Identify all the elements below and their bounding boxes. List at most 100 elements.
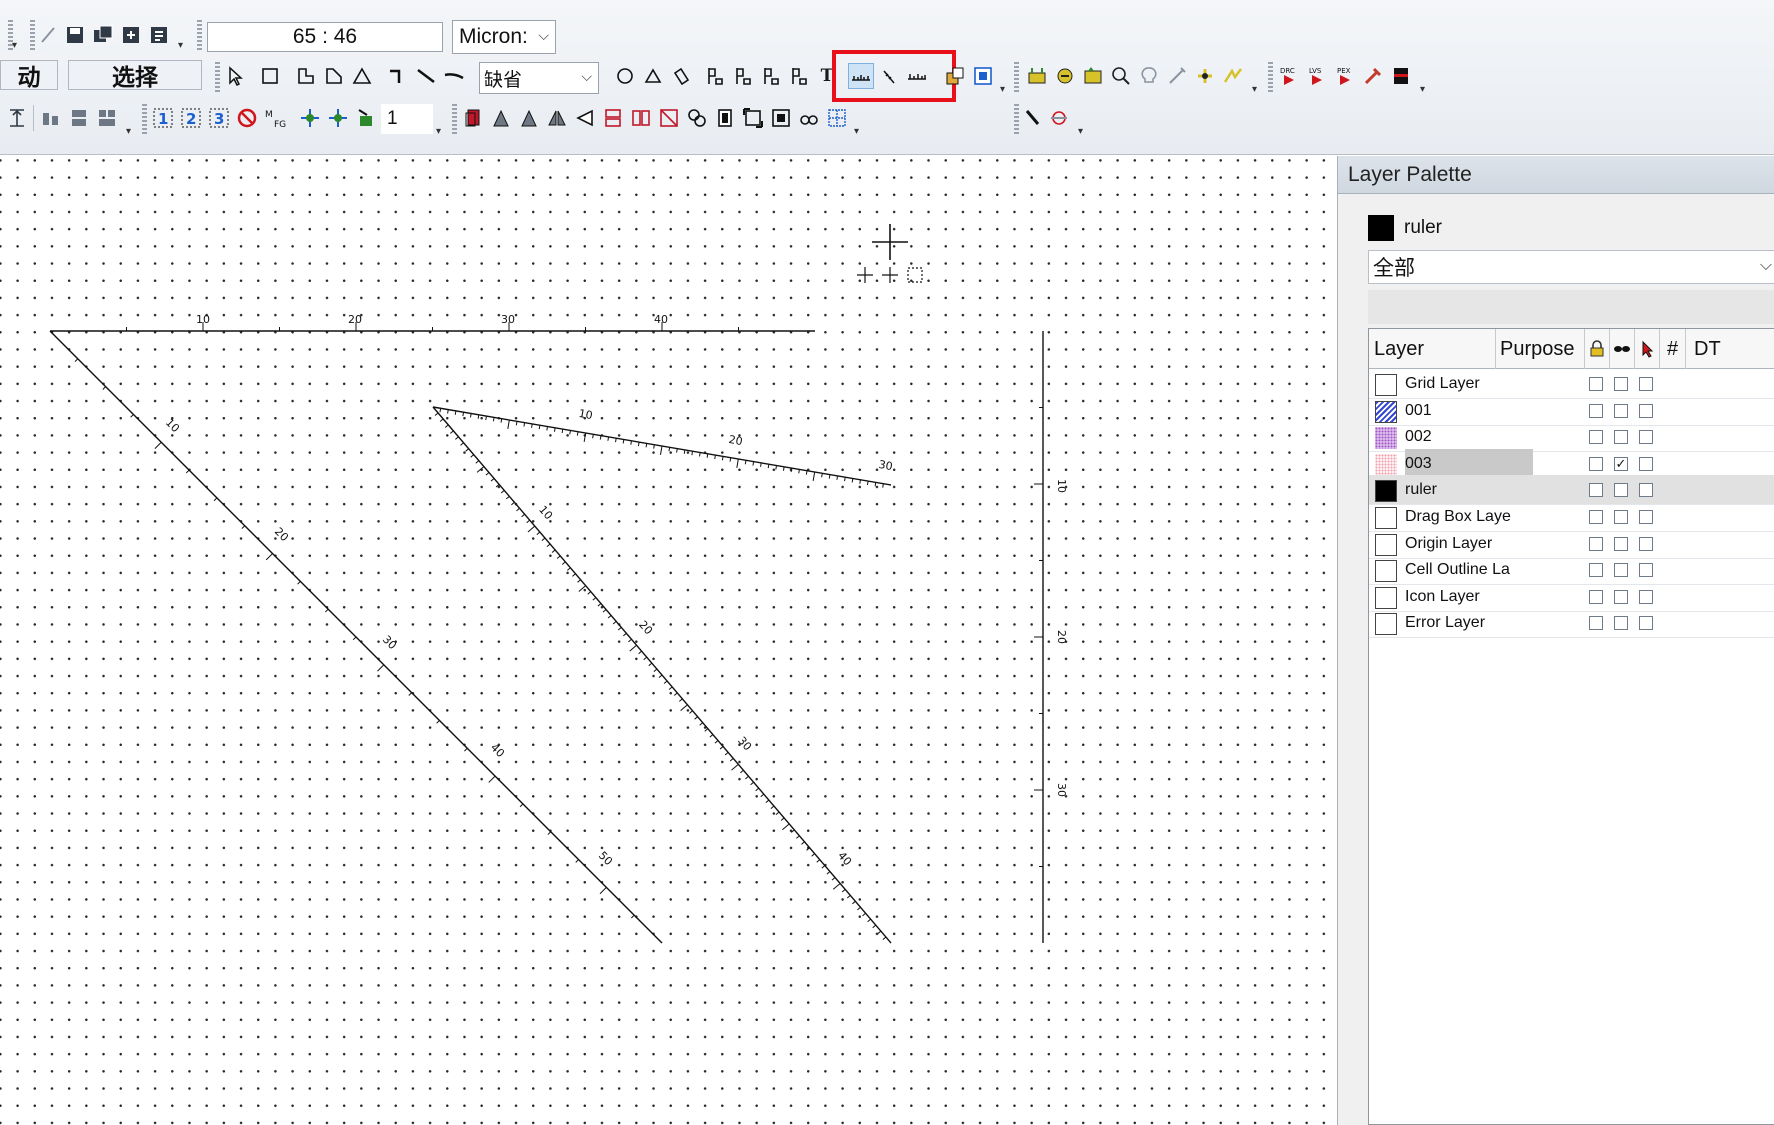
debug-icon[interactable]: [1046, 105, 1072, 131]
select-checkbox[interactable]: [1639, 483, 1653, 498]
wire-icon[interactable]: [441, 63, 467, 89]
rectangle-icon[interactable]: [257, 63, 283, 89]
toolbar-overflow-icon[interactable]: ▾: [178, 40, 183, 51]
cell-find-icon[interactable]: [1080, 63, 1106, 89]
selectable-checkbox[interactable]: [1589, 589, 1603, 604]
selectable-checkbox[interactable]: [1589, 536, 1603, 551]
layout-canvas[interactable]: 10 20 30 40 10 20 30 10 20 30 40 50 10 2…: [0, 156, 1330, 1125]
layer-row[interactable]: 001: [1369, 396, 1774, 426]
toolbar-grip[interactable]: [142, 104, 147, 134]
visible-checkbox[interactable]: [1614, 483, 1628, 498]
align-v-icon[interactable]: [628, 105, 654, 131]
copy-cell-icon[interactable]: [460, 105, 486, 131]
layer-palette-title[interactable]: Layer Palette: [1338, 156, 1774, 194]
toolbar-overflow-icon[interactable]: ▾: [436, 126, 441, 137]
select-checkbox[interactable]: [1639, 536, 1653, 551]
array-icon[interactable]: [768, 105, 794, 131]
save-icon[interactable]: [62, 22, 88, 48]
stretch-icon[interactable]: [740, 105, 766, 131]
selectable-checkbox[interactable]: [1589, 377, 1603, 391]
layer-row[interactable]: Cell Outline La: [1369, 555, 1774, 586]
toolbar-overflow-icon[interactable]: ▾: [854, 126, 859, 137]
toolbar-overflow-icon[interactable]: ▾: [1420, 84, 1425, 95]
toolbar-overflow-icon[interactable]: ▾: [1252, 84, 1257, 95]
unit-select[interactable]: Micron: ⌵: [452, 20, 556, 54]
mirror-h-icon[interactable]: [572, 105, 598, 131]
select-checkbox[interactable]: [1639, 456, 1653, 471]
probe-icon[interactable]: [1164, 63, 1190, 89]
lightbulb-icon[interactable]: [1136, 63, 1162, 89]
col-layer[interactable]: Layer: [1369, 329, 1496, 369]
visible-checkbox[interactable]: [1614, 536, 1628, 551]
col-datatype[interactable]: DT: [1686, 329, 1774, 369]
selectable-checkbox[interactable]: [1589, 456, 1603, 471]
toolbar-grip[interactable]: [215, 62, 220, 92]
toolbar-grip[interactable]: [452, 104, 457, 134]
polygon-icon[interactable]: [293, 63, 319, 89]
layer-row[interactable]: Icon Layer: [1369, 582, 1774, 612]
donut-icon[interactable]: [668, 63, 694, 89]
snap-grid-icon[interactable]: [297, 105, 323, 131]
layer-row[interactable]: Grid Layer: [1369, 369, 1774, 399]
col-visible[interactable]: [1610, 329, 1635, 369]
select-checkbox[interactable]: [1639, 563, 1653, 578]
visible-checkbox[interactable]: [1614, 430, 1628, 445]
layer-filter-select[interactable]: 全部 ⌵: [1368, 250, 1774, 284]
toolbar-overflow-icon[interactable]: ▾: [126, 126, 131, 137]
layer-swatch[interactable]: [1375, 586, 1397, 609]
layer-copy-icon[interactable]: [942, 63, 968, 89]
net-icon[interactable]: [1192, 63, 1218, 89]
select-checkbox[interactable]: [1639, 589, 1653, 604]
layer-swatch[interactable]: [1375, 400, 1397, 423]
path-icon[interactable]: [385, 63, 411, 89]
mirror-icon[interactable]: [544, 105, 570, 131]
col-selectable[interactable]: [1585, 329, 1610, 369]
arc-icon[interactable]: [640, 63, 666, 89]
stack-icon[interactable]: [66, 105, 92, 131]
mode-label-left[interactable]: 动: [0, 60, 58, 91]
select-checkbox[interactable]: [1639, 377, 1653, 391]
step-2-icon[interactable]: 2: [178, 105, 204, 131]
step-1-icon[interactable]: 1: [150, 105, 176, 131]
grid-snap-icon[interactable]: [824, 105, 850, 131]
save-all-icon[interactable]: [90, 22, 116, 48]
select-checkbox[interactable]: [1639, 510, 1653, 524]
visible-checkbox[interactable]: [1614, 377, 1628, 391]
pointer-icon[interactable]: [222, 63, 248, 89]
link-icon[interactable]: [796, 105, 822, 131]
layer-row[interactable]: ruler: [1369, 475, 1774, 506]
visible-checkbox[interactable]: [1614, 510, 1628, 524]
col-select[interactable]: [1635, 329, 1660, 369]
polygon-45-icon[interactable]: [321, 63, 347, 89]
pin-array-icon[interactable]: [730, 63, 756, 89]
pex-run-icon[interactable]: PEX: [1332, 63, 1358, 89]
toolbar-grip[interactable]: [1268, 62, 1273, 92]
layer-swatch[interactable]: [1375, 453, 1397, 476]
merge-icon[interactable]: [684, 105, 710, 131]
circle-icon[interactable]: [612, 63, 638, 89]
layer-select-icon[interactable]: [353, 105, 379, 131]
layer-swatch[interactable]: [1375, 480, 1397, 503]
col-purpose[interactable]: Purpose: [1496, 329, 1585, 369]
layer-row[interactable]: 002: [1369, 422, 1774, 453]
toolbar-grip[interactable]: [197, 20, 202, 50]
flightline-icon[interactable]: [1220, 63, 1246, 89]
probe-pen-icon[interactable]: [1020, 105, 1046, 131]
selectable-checkbox[interactable]: [1589, 510, 1603, 524]
visible-checkbox[interactable]: [1614, 589, 1628, 604]
layer-swatch[interactable]: [1375, 374, 1397, 396]
select-area-icon[interactable]: [970, 63, 996, 89]
toolbar-overflow-icon[interactable]: ▾: [1000, 84, 1005, 95]
layer-row[interactable]: 003 ✓: [1369, 448, 1774, 479]
toolbar-grip[interactable]: [1014, 104, 1019, 134]
toolbar-grip[interactable]: [30, 20, 35, 50]
layer-swatch[interactable]: [1375, 613, 1397, 636]
toolbar-overflow-icon[interactable]: ▾: [12, 40, 17, 51]
error-marker-icon[interactable]: [1388, 63, 1414, 89]
select-checkbox[interactable]: [1639, 403, 1653, 418]
align-center-icon[interactable]: [4, 105, 30, 131]
layer-swatch[interactable]: [1375, 560, 1397, 583]
selectable-checkbox[interactable]: [1589, 403, 1603, 418]
visible-checkbox[interactable]: [1614, 403, 1628, 418]
select-checkbox[interactable]: [1639, 616, 1653, 631]
